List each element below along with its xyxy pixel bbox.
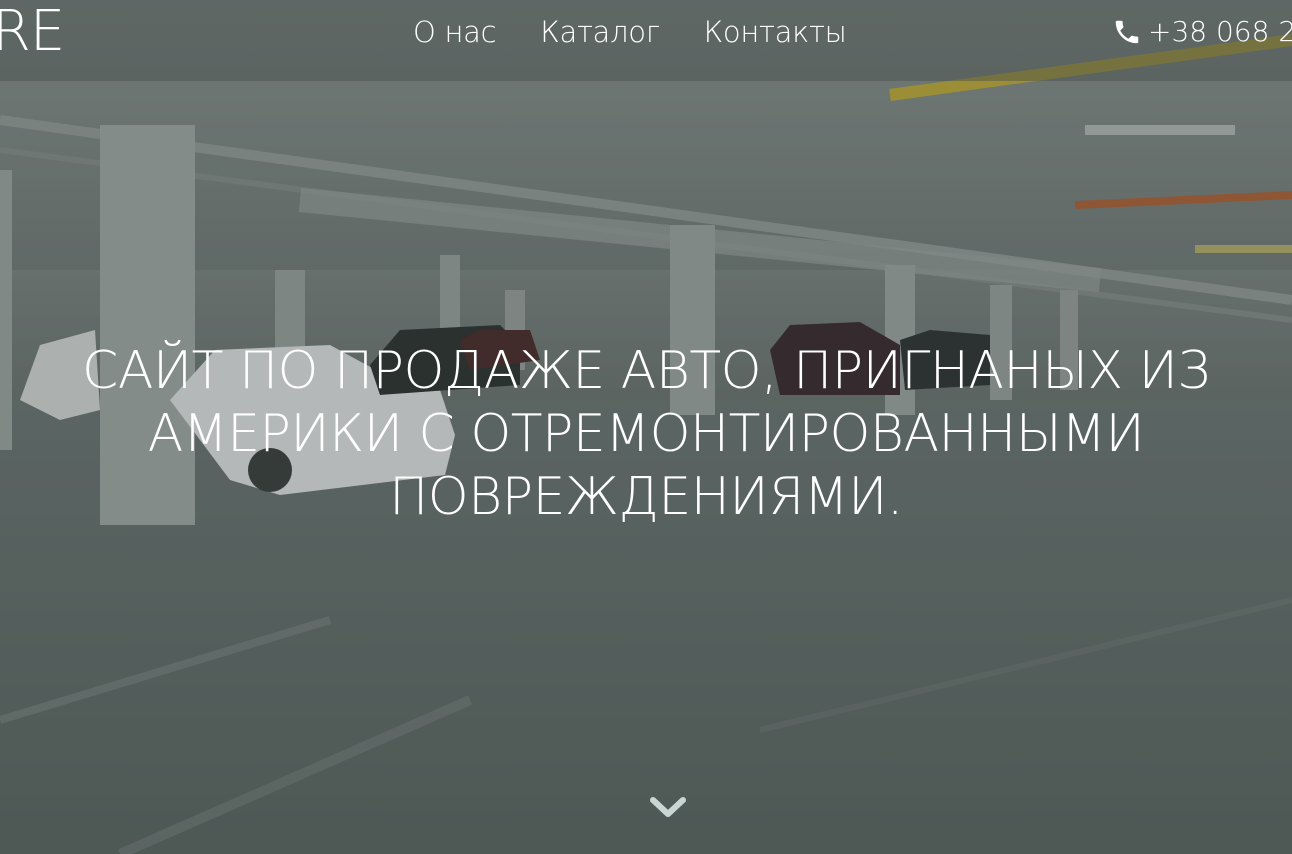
phone-number: +38 068 22 [1148,15,1292,48]
chevron-down-icon [650,797,686,817]
main-nav: О нас Каталог Контакты [413,14,847,50]
hero-headline: САЙТ ПО ПРОДАЖЕ АВТО, ПРИГНАНЫХ ИЗ АМЕРИ… [0,340,1292,529]
hero-section: RE О нас Каталог Контакты +38 068 22 САЙ… [0,0,1292,854]
site-logo[interactable]: RE [0,0,65,64]
header-bar: RE О нас Каталог Контакты +38 068 22 [0,0,1292,81]
hero-headline-line-3: ПОВРЕЖДЕНИЯМИ. [389,467,903,527]
hero-headline-line-1: САЙТ ПО ПРОДАЖЕ АВТО, ПРИГНАНЫХ ИЗ [82,341,1210,401]
nav-link-contacts[interactable]: Контакты [704,14,847,50]
nav-link-about[interactable]: О нас [413,14,497,50]
scroll-down-button[interactable] [650,796,686,820]
hero-headline-line-2: АМЕРИКИ С ОТРЕМОНТИРОВАННЫМИ [147,404,1145,464]
phone-link[interactable]: +38 068 22 [1112,14,1292,50]
phone-icon [1112,16,1142,48]
nav-link-catalog[interactable]: Каталог [540,14,660,50]
